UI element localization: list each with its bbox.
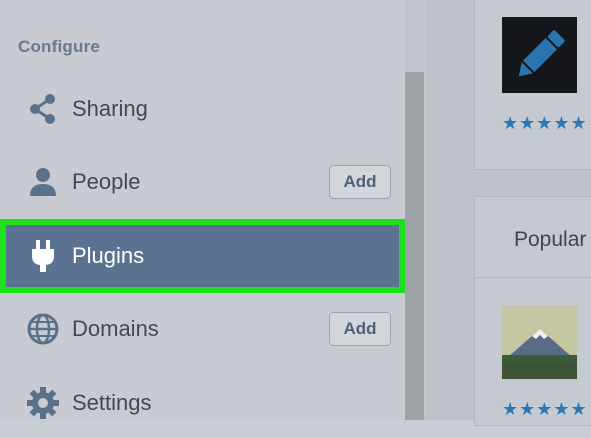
mountain-thumbnail[interactable]: [502, 305, 577, 379]
sidebar: Configure Sharing People Add Plugins Dom…: [0, 0, 405, 420]
sidebar-item-people[interactable]: People Add: [0, 147, 405, 217]
sidebar-item-domains[interactable]: Domains Add: [0, 294, 405, 364]
sidebar-item-sharing[interactable]: Sharing: [0, 74, 405, 144]
plugin-thumbnail: [502, 17, 577, 93]
popular-title: Popular: [514, 228, 587, 251]
scrollbar-thumb[interactable]: [405, 72, 424, 420]
gear-icon: [26, 386, 60, 420]
add-person-button[interactable]: Add: [329, 165, 391, 199]
sidebar-item-label: Settings: [72, 390, 152, 415]
sidebar-item-plugins[interactable]: Plugins: [0, 219, 405, 293]
sidebar-item-settings[interactable]: Settings: [0, 368, 405, 438]
pencil-icon: [510, 25, 570, 90]
globe-icon: [26, 312, 60, 346]
share-icon: [26, 92, 60, 126]
popular-card: Popular ★★★★★: [474, 196, 591, 426]
sidebar-item-label: Plugins: [72, 243, 145, 268]
rating-stars: ★★★★★: [502, 399, 588, 419]
main-content: ★★★★★ Popular ★★★★★: [426, 0, 591, 426]
plug-icon: [26, 239, 60, 273]
plugin-card[interactable]: ★★★★★: [474, 0, 591, 170]
section-title-configure: Configure: [18, 37, 101, 56]
sidebar-item-label: Sharing: [72, 96, 148, 121]
sidebar-item-label: People: [72, 169, 141, 194]
sidebar-item-label: Domains: [72, 316, 159, 341]
rating-stars: ★★★★★: [502, 113, 588, 133]
person-icon: [26, 165, 60, 199]
add-domain-button[interactable]: Add: [329, 312, 391, 346]
